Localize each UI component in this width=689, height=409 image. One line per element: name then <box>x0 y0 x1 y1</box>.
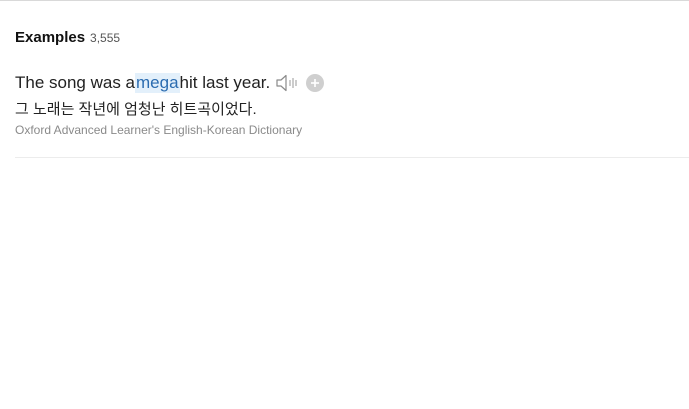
example-item: The song was a mega hit last year. 그 노래는… <box>15 72 689 138</box>
examples-section: Examples 3,555 The song was a mega hit l… <box>15 29 689 137</box>
example-source: Oxford Advanced Learner's English-Korean… <box>15 123 303 137</box>
example-translation: 그 노래는 작년에 엄청난 히트곡이었다. <box>15 101 257 118</box>
examples-title: Examples <box>15 29 86 46</box>
sentence-text-after: hit last year. <box>179 73 271 92</box>
top-border <box>0 0 689 1</box>
speaker-icon[interactable] <box>276 73 300 93</box>
examples-count: 3,555 <box>90 31 121 45</box>
plus-icon[interactable] <box>306 74 325 92</box>
sentence-text-before: The song was a <box>15 73 136 92</box>
examples-heading: Examples 3,555 <box>15 29 689 47</box>
divider <box>15 157 689 158</box>
example-sentence: The song was a mega hit last year. <box>15 72 689 94</box>
highlighted-word: mega <box>135 73 180 93</box>
